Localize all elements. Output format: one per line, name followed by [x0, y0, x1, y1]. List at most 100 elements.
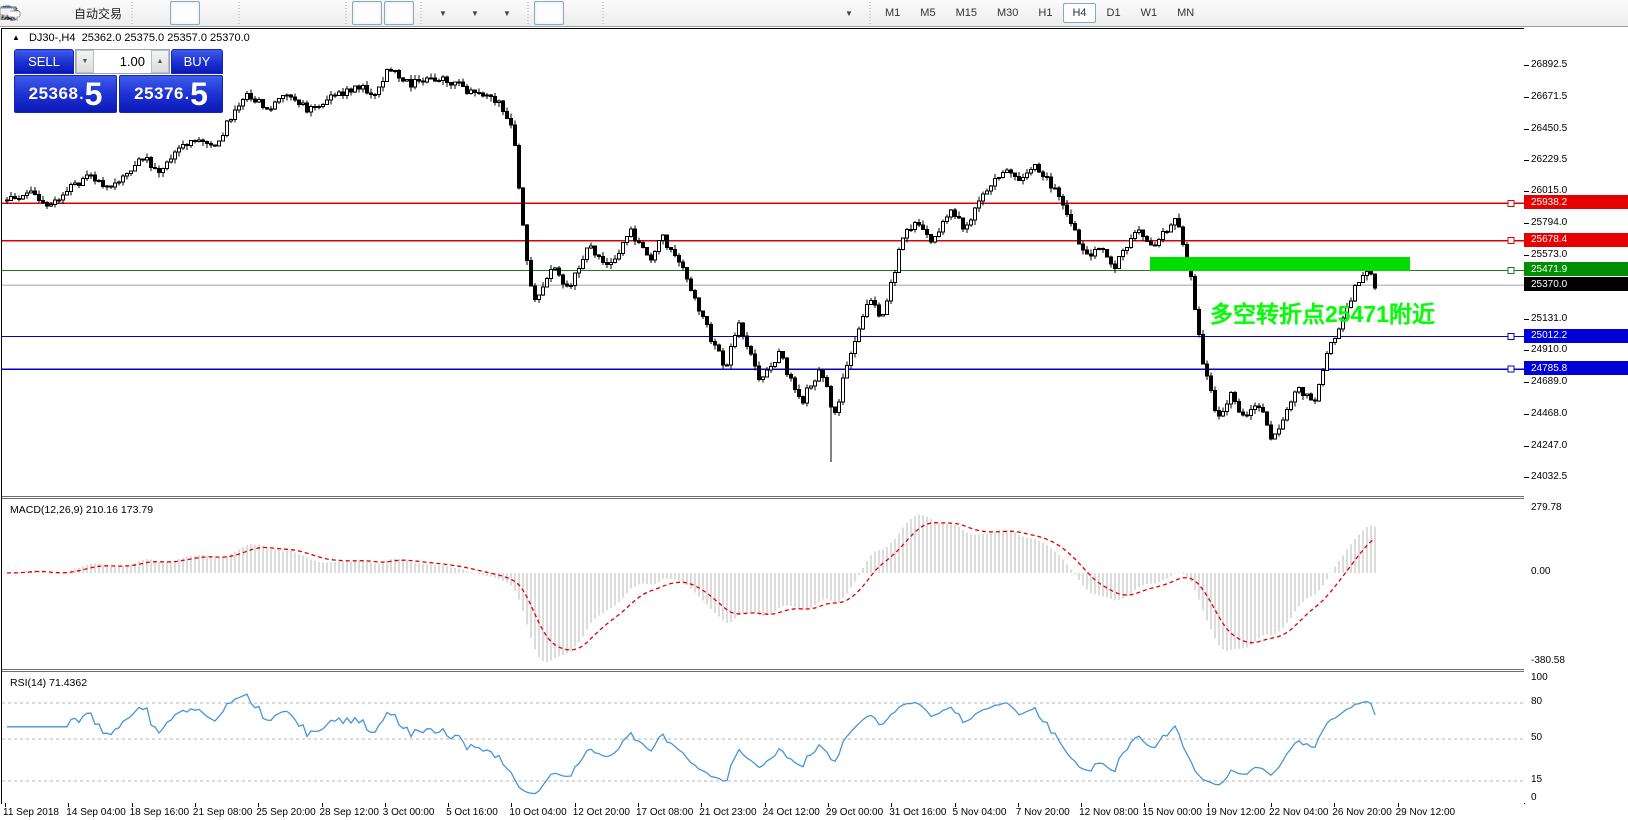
indicators-button[interactable]: ▼: [427, 1, 457, 25]
price-tick: [1524, 129, 1529, 130]
toolbar-separator: [867, 2, 872, 24]
chart-plot-area[interactable]: ▲ DJ30-,H4 25362.0 25375.0 25357.0 25370…: [1, 28, 1525, 805]
timeframe-h4[interactable]: H4: [1063, 3, 1095, 23]
rsi-value: 71.4362: [49, 677, 87, 689]
chevron-down-icon: ▼: [503, 9, 511, 18]
tile-windows-icon[interactable]: [309, 1, 339, 25]
chart-shift-icon[interactable]: [384, 1, 414, 25]
price-tick: [1524, 414, 1529, 415]
rsi-header: RSI(14) 71.4362: [10, 677, 87, 689]
macd-axis-label: 0.00: [1531, 566, 1550, 577]
price-level-badge: 25370.0: [1524, 277, 1628, 291]
chevron-down-icon: ▼: [82, 58, 89, 65]
horizontal-line-icon[interactable]: [641, 1, 671, 25]
rsi-label: RSI(14): [10, 677, 46, 689]
autotrading-button[interactable]: 自动交易: [68, 1, 125, 25]
rsi-axis-label: 80: [1531, 696, 1542, 707]
vertical-line-icon[interactable]: [609, 1, 639, 25]
time-axis-label: 22 Nov 04:00: [1269, 807, 1329, 818]
autotrading-label: 自动交易: [74, 5, 122, 22]
search-icon[interactable]: [1543, 1, 1573, 25]
rsi-canvas[interactable]: [2, 674, 1524, 803]
pane-separator[interactable]: [2, 496, 1524, 499]
toolbar-separator: [236, 2, 241, 24]
rsi-axis-label: 50: [1531, 732, 1542, 743]
time-axis-label: 14 Sep 04:00: [66, 807, 126, 818]
macd-axis-label: -380.58: [1531, 655, 1565, 666]
text-icon[interactable]: A: [769, 1, 799, 25]
timeframe-d1[interactable]: D1: [1098, 3, 1130, 23]
trendline-icon[interactable]: [673, 1, 703, 25]
chevron-down-icon: ▼: [471, 9, 479, 18]
volume-value[interactable]: 1.00: [94, 50, 151, 73]
price-axis[interactable]: 26892.526671.526450.526229.526015.025794…: [1524, 28, 1628, 803]
chevron-down-icon: ▼: [845, 9, 853, 18]
price-tick: [1524, 255, 1529, 256]
time-axis-label: 24 Oct 12:00: [763, 807, 820, 818]
bar-chart-icon[interactable]: [138, 1, 168, 25]
price-level-badge: 25938.2: [1524, 195, 1628, 209]
timeframe-m30[interactable]: M30: [988, 3, 1027, 23]
arrows-button[interactable]: ▼: [833, 1, 863, 25]
auto-scroll-icon[interactable]: [352, 1, 382, 25]
channel-icon[interactable]: E: [705, 1, 735, 25]
price-tick-label: 24910.0: [1531, 344, 1567, 355]
price-tick-label: 24247.0: [1531, 440, 1567, 451]
price-tick-label: 25794.0: [1531, 217, 1567, 228]
sell-price-big: 5: [85, 79, 103, 109]
buy-button[interactable]: BUY: [171, 49, 223, 74]
buy-price-big: 5: [190, 79, 208, 109]
price-tick: [1524, 446, 1529, 447]
price-tick-label: 24689.0: [1531, 376, 1567, 387]
timeframe-mn[interactable]: MN: [1168, 3, 1203, 23]
templates-button[interactable]: ▼: [491, 1, 521, 25]
sell-price-button[interactable]: 25368.5: [14, 75, 117, 113]
chat-icon[interactable]: [1589, 1, 1619, 25]
rsi-axis-label: 100: [1531, 672, 1548, 683]
time-axis-label: 7 Nov 20:00: [1016, 807, 1070, 818]
time-axis-label: 21 Oct 23:00: [699, 807, 756, 818]
time-axis-label: 15 Nov 00:00: [1142, 807, 1202, 818]
toolbar-separator: [343, 2, 348, 24]
time-axis-label: 31 Oct 16:00: [889, 807, 946, 818]
volume-increase-button[interactable]: ▲: [151, 50, 169, 73]
price-tick-label: 26892.5: [1531, 59, 1567, 70]
price-level-badge: 25471.9: [1524, 262, 1628, 276]
timeframe-m5[interactable]: M5: [911, 3, 944, 23]
zoom-out-icon[interactable]: [277, 1, 307, 25]
journal-icon[interactable]: [36, 1, 66, 25]
sell-label: SELL: [28, 54, 60, 69]
price-tick-label: 25131.0: [1531, 313, 1567, 324]
time-axis[interactable]: 11 Sep 201814 Sep 04:0018 Sep 16:0021 Se…: [0, 804, 1628, 820]
line-chart-icon[interactable]: [202, 1, 232, 25]
zoom-in-icon[interactable]: [245, 1, 275, 25]
periods-button[interactable]: ▼: [459, 1, 489, 25]
toolbar-separator: [418, 2, 423, 24]
text-label-icon[interactable]: T: [801, 1, 831, 25]
toolbar-separator: [129, 2, 134, 24]
price-tick: [1524, 160, 1529, 161]
crosshair-icon[interactable]: [566, 1, 596, 25]
macd-canvas[interactable]: [2, 501, 1524, 669]
cursor-icon[interactable]: [534, 1, 564, 25]
time-axis-label: 11 Sep 2018: [3, 807, 59, 818]
time-axis-label: 17 Oct 08:00: [636, 807, 693, 818]
timeframe-m1[interactable]: M1: [876, 3, 909, 23]
price-tick-label: 26450.5: [1531, 123, 1567, 134]
fibonacci-icon[interactable]: F: [737, 1, 767, 25]
timeframe-w1[interactable]: W1: [1132, 3, 1167, 23]
rsi-axis-label: 0: [1531, 792, 1537, 803]
buy-price-button[interactable]: 25376.5: [119, 75, 223, 113]
chevron-up-icon: ▲: [157, 58, 164, 65]
sell-button[interactable]: SELL: [14, 49, 74, 74]
volume-decrease-button[interactable]: ▼: [76, 50, 94, 73]
timeframe-m15[interactable]: M15: [947, 3, 986, 23]
main-chart-canvas[interactable]: [2, 29, 1524, 496]
pane-separator[interactable]: [2, 669, 1524, 672]
price-tick-label: 26671.5: [1531, 91, 1567, 102]
time-axis-label: 3 Oct 00:00: [383, 807, 435, 818]
timeframe-h1[interactable]: H1: [1029, 3, 1061, 23]
candlestick-chart-icon[interactable]: [170, 1, 200, 25]
chart-annotation-text[interactable]: 多空转折点25471附近: [1210, 295, 1435, 329]
rsi-axis-label: 15: [1531, 774, 1542, 785]
